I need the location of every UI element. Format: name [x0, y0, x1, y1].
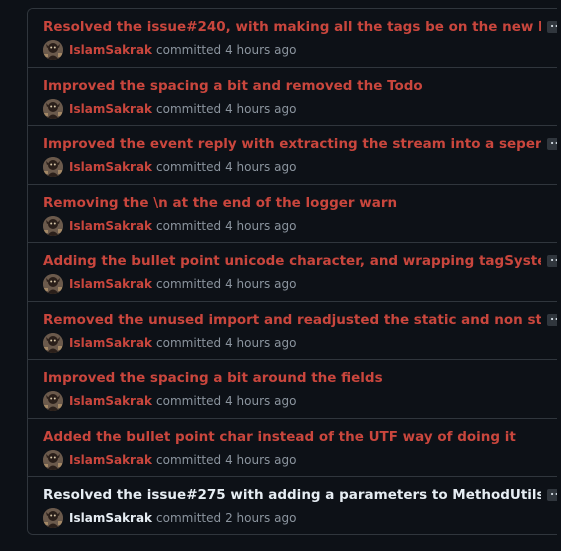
commit-message-line: Adding the bullet point unicode characte… — [43, 251, 561, 271]
commit-time: 2 hours ago — [225, 511, 297, 525]
user-avatar-icon[interactable] — [43, 40, 63, 60]
commit-list: Resolved the issue#240, with making all … — [27, 8, 561, 535]
commit-row[interactable]: Adding the bullet point unicode characte… — [28, 243, 561, 302]
user-avatar-icon[interactable] — [43, 391, 63, 411]
commit-meta: IslamSakrak committed 2 hours ago — [43, 508, 561, 528]
commit-message-link[interactable]: Removed the unused import and readjusted… — [43, 312, 541, 328]
commit-meta: IslamSakrak committed 4 hours ago — [43, 98, 561, 119]
commit-verb: committed — [156, 277, 222, 291]
commit-row[interactable]: Resolved the issue#240, with making all … — [28, 9, 561, 68]
commit-verb: committed — [156, 394, 222, 408]
commit-row[interactable]: Improved the spacing a bit and removed t… — [28, 67, 561, 126]
user-avatar-icon[interactable] — [43, 332, 63, 353]
commit-verb: committed — [156, 511, 222, 525]
user-avatar-icon[interactable] — [43, 508, 63, 528]
commit-author-link[interactable]: IslamSakrak — [69, 511, 152, 525]
commit-message-link[interactable]: Improved the spacing a bit around the fi… — [43, 370, 383, 386]
commit-message-link[interactable]: Adding the bullet point unicode characte… — [43, 253, 541, 269]
user-avatar-icon[interactable] — [43, 449, 63, 470]
commit-time: 4 hours ago — [225, 394, 297, 408]
commit-message-line: Resolved the issue#275 with adding a par… — [43, 485, 561, 505]
commit-message-link[interactable]: Improved the spacing a bit and removed t… — [43, 78, 423, 94]
commit-author-link[interactable]: IslamSakrak — [69, 453, 152, 467]
commit-message-link[interactable]: Resolved the issue#240, with making all … — [43, 19, 541, 35]
commit-message-link[interactable]: Resolved the issue#275 with adding a par… — [43, 487, 541, 503]
commit-time: 4 hours ago — [225, 277, 297, 291]
commit-message-link[interactable]: Removing the \n at the end of the logger… — [43, 195, 397, 211]
user-avatar-icon[interactable] — [43, 215, 63, 236]
commit-meta: IslamSakrak committed 4 hours ago — [43, 40, 561, 60]
commit-message-link[interactable]: Improved the event reply with extracting… — [43, 136, 541, 152]
commit-meta: IslamSakrak committed 4 hours ago — [43, 391, 561, 411]
commit-message-line: Removed the unused import and readjusted… — [43, 310, 561, 330]
commit-row[interactable]: Resolved the issue#275 with adding a par… — [28, 477, 561, 534]
commit-meta: IslamSakrak committed 4 hours ago — [43, 274, 561, 294]
commit-author-link[interactable]: IslamSakrak — [69, 160, 152, 174]
commit-verb: committed — [156, 43, 222, 57]
commit-message-line: Added the bullet point char instead of t… — [43, 427, 561, 447]
commit-message-line: Removing the \n at the end of the logger… — [43, 193, 561, 213]
commit-author-link[interactable]: IslamSakrak — [69, 43, 152, 57]
commit-verb: committed — [156, 452, 222, 467]
commit-row[interactable]: Improved the spacing a bit around the fi… — [28, 360, 561, 419]
commit-time: 4 hours ago — [225, 43, 297, 57]
commit-message-line: Improved the spacing a bit around the fi… — [43, 368, 561, 388]
commit-message-line: Resolved the issue#240, with making all … — [43, 17, 561, 37]
user-avatar-icon[interactable] — [43, 157, 63, 177]
commit-time: 4 hours ago — [225, 452, 297, 467]
commit-message-line: Improved the event reply with extracting… — [43, 134, 561, 154]
commit-message-link[interactable]: Added the bullet point char instead of t… — [43, 429, 516, 445]
commit-meta: IslamSakrak committed 4 hours ago — [43, 332, 561, 353]
scrollbar[interactable] — [557, 0, 561, 551]
commit-meta: IslamSakrak committed 4 hours ago — [43, 449, 561, 470]
user-avatar-icon[interactable] — [43, 274, 63, 294]
commit-author-link[interactable]: IslamSakrak — [69, 102, 152, 116]
commit-meta: IslamSakrak committed 4 hours ago — [43, 157, 561, 177]
commit-author-link[interactable]: IslamSakrak — [69, 219, 152, 233]
commit-time: 4 hours ago — [225, 335, 297, 350]
commit-row[interactable]: Added the bullet point char instead of t… — [28, 418, 561, 477]
commit-author-link[interactable]: IslamSakrak — [69, 394, 152, 408]
commit-verb: committed — [156, 101, 222, 116]
commit-row[interactable]: Removed the unused import and readjusted… — [28, 301, 561, 360]
user-avatar-icon[interactable] — [43, 98, 63, 119]
commit-author-link[interactable]: IslamSakrak — [69, 277, 152, 291]
commit-author-link[interactable]: IslamSakrak — [69, 336, 152, 350]
commit-row[interactable]: Removing the \n at the end of the logger… — [28, 184, 561, 243]
commit-verb: committed — [156, 160, 222, 174]
commit-time: 4 hours ago — [225, 218, 297, 233]
commit-verb: committed — [156, 335, 222, 350]
commit-verb: committed — [156, 218, 222, 233]
commit-message-line: Improved the spacing a bit and removed t… — [43, 76, 561, 96]
commit-time: 4 hours ago — [225, 160, 297, 174]
commit-meta: IslamSakrak committed 4 hours ago — [43, 215, 561, 236]
commit-time: 4 hours ago — [225, 101, 297, 116]
commit-row[interactable]: Improved the event reply with extracting… — [28, 126, 561, 185]
